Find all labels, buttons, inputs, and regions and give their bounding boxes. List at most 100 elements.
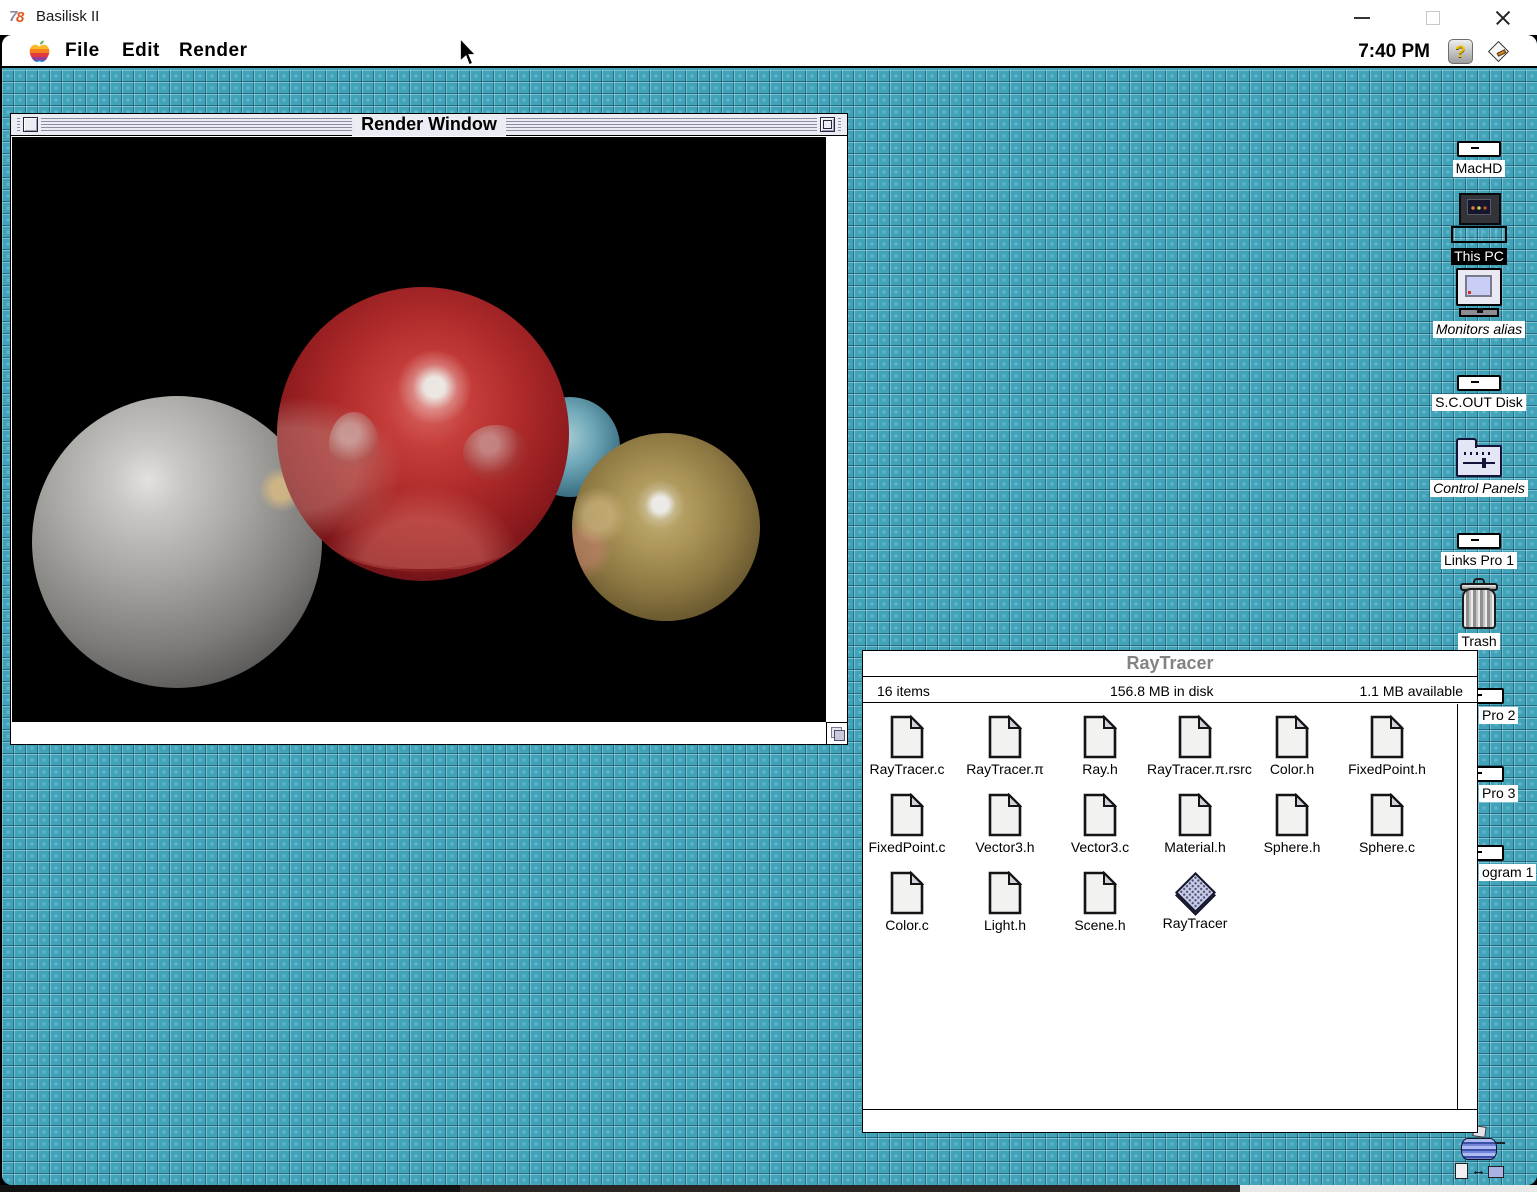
- menu-file[interactable]: File: [65, 40, 100, 62]
- desktop-icon-stuffit-expander[interactable]: Stuffit Expander™: [1414, 1126, 1537, 1185]
- disk-icon: [1457, 375, 1501, 391]
- disk-icon: [1457, 141, 1501, 157]
- menu-bar: File Edit Render 7:40 PM: [2, 35, 1537, 68]
- icon-label: Control Panels: [1430, 480, 1528, 497]
- minimize-button[interactable]: [1346, 2, 1378, 32]
- red-sphere: [277, 287, 569, 581]
- finder-file[interactable]: Vector3.h: [957, 793, 1053, 855]
- finder-file[interactable]: Color.c: [859, 871, 955, 933]
- render-window-titlebar[interactable]: Render Window: [11, 114, 847, 136]
- document-icon: [988, 793, 1022, 837]
- finder-file[interactable]: Sphere.h: [1244, 793, 1340, 855]
- help-menu-icon[interactable]: [1448, 39, 1473, 64]
- host-window-title: Basilisk II: [36, 8, 99, 25]
- item-count: 16 items: [877, 683, 930, 699]
- grow-box[interactable]: [826, 722, 847, 744]
- maximize-button[interactable]: [1416, 2, 1448, 32]
- render-window[interactable]: Render Window: [10, 113, 848, 745]
- disk-icon: [1457, 533, 1501, 549]
- file-label: FixedPoint.h: [1339, 761, 1435, 777]
- menu-render[interactable]: Render: [179, 40, 247, 62]
- document-icon: [890, 871, 924, 915]
- document-icon: [1083, 715, 1117, 759]
- icon-label: Links Pro 1: [1441, 552, 1517, 569]
- desktop-icon-this-pc[interactable]: This PC: [1424, 193, 1534, 265]
- icon-label: MacHD: [1453, 160, 1506, 177]
- document-icon: [1370, 715, 1404, 759]
- document-icon: [1275, 793, 1309, 837]
- render-canvas: [12, 137, 826, 722]
- render-window-bottom-strip: [12, 722, 826, 744]
- document-icon: [988, 871, 1022, 915]
- finder-status-bar: 16 items 156.8 MB in disk 1.1 MB availab…: [863, 678, 1477, 703]
- folder-icon: [1456, 445, 1502, 477]
- file-label: Color.c: [859, 917, 955, 933]
- close-box[interactable]: [23, 117, 38, 132]
- file-label: RayTracer.π: [957, 761, 1053, 777]
- render-window-right-strip: [826, 137, 847, 722]
- zoom-box[interactable]: [820, 117, 835, 132]
- vertical-scrollbar[interactable]: [1457, 704, 1458, 1132]
- document-icon: [1178, 793, 1212, 837]
- document-icon: [890, 715, 924, 759]
- finder-file[interactable]: FixedPoint.c: [859, 793, 955, 855]
- document-icon: [988, 715, 1022, 759]
- file-label: Scene.h: [1052, 917, 1148, 933]
- file-label: RayTracer.c: [859, 761, 955, 777]
- screen: 78 Basilisk II: [0, 0, 1537, 1192]
- finder-file[interactable]: RayTracer.π: [957, 715, 1053, 777]
- menu-bar-clock[interactable]: 7:40 PM: [1358, 41, 1430, 63]
- file-label: Light.h: [957, 917, 1053, 933]
- file-label: Material.h: [1147, 839, 1243, 855]
- desktop-icon-monitors-alias[interactable]: Monitors alias: [1419, 268, 1537, 338]
- apple-menu-icon[interactable]: [29, 40, 50, 70]
- desktop-icon-trash[interactable]: Trash: [1424, 580, 1534, 650]
- stuffit-expander-icon: [1452, 1126, 1506, 1185]
- close-button[interactable]: [1486, 2, 1518, 32]
- file-label: Sphere.c: [1339, 839, 1435, 855]
- bottom-edge-strip: [0, 1185, 1537, 1192]
- icon-label: S.C.OUT Disk: [1432, 394, 1526, 411]
- gold-sphere: [572, 433, 760, 621]
- file-label: FixedPoint.c: [859, 839, 955, 855]
- sphere-reflection: [329, 412, 379, 478]
- desktop-icon-control-panels[interactable]: Control Panels: [1424, 436, 1534, 497]
- desktop-icon-machd[interactable]: MacHD: [1424, 141, 1534, 177]
- finder-file[interactable]: FixedPoint.h: [1339, 715, 1435, 777]
- sphere-reflection: [463, 425, 529, 481]
- application-diamond-icon: [1174, 872, 1215, 913]
- finder-file[interactable]: Ray.h: [1052, 715, 1148, 777]
- finder-file[interactable]: Material.h: [1147, 793, 1243, 855]
- file-label: Vector3.h: [957, 839, 1053, 855]
- monitor-icon: [1456, 268, 1502, 318]
- finder-file[interactable]: RayTracer: [1147, 871, 1243, 931]
- menu-edit[interactable]: Edit: [122, 40, 160, 62]
- document-icon: [1178, 715, 1212, 759]
- finder-window-titlebar[interactable]: RayTracer: [863, 651, 1477, 677]
- desktop-icon-scout-disk[interactable]: S.C.OUT Disk: [1424, 375, 1534, 411]
- disk-usage: 156.8 MB in disk: [1110, 683, 1214, 699]
- icon-label: Pro 3: [1479, 785, 1518, 802]
- finder-file[interactable]: Sphere.c: [1339, 793, 1435, 855]
- desktop-icon-links-pro-1[interactable]: Links Pro 1: [1424, 533, 1534, 569]
- finder-window-raytracer[interactable]: RayTracer 16 items 156.8 MB in disk 1.1 …: [862, 650, 1478, 1133]
- basilisk-app-icon: 78: [9, 8, 29, 27]
- document-icon: [1083, 871, 1117, 915]
- finder-file[interactable]: Vector3.c: [1052, 793, 1148, 855]
- finder-file[interactable]: Color.h: [1244, 715, 1340, 777]
- file-label: Ray.h: [1052, 761, 1148, 777]
- document-icon: [890, 793, 924, 837]
- finder-file[interactable]: RayTracer.π.rsrc: [1147, 715, 1243, 777]
- file-label: RayTracer: [1147, 915, 1243, 931]
- document-icon: [1275, 715, 1309, 759]
- finder-file[interactable]: RayTracer.c: [859, 715, 955, 777]
- host-titlebar[interactable]: 78 Basilisk II: [0, 0, 1537, 35]
- render-window-title: Render Window: [352, 114, 506, 136]
- file-label: Color.h: [1244, 761, 1340, 777]
- application-menu-icon[interactable]: [1486, 39, 1512, 65]
- computer-icon: [1450, 193, 1508, 245]
- finder-file[interactable]: Scene.h: [1052, 871, 1148, 933]
- file-label: Vector3.c: [1052, 839, 1148, 855]
- finder-file[interactable]: Light.h: [957, 871, 1053, 933]
- horizontal-scrollbar[interactable]: [863, 1109, 1477, 1132]
